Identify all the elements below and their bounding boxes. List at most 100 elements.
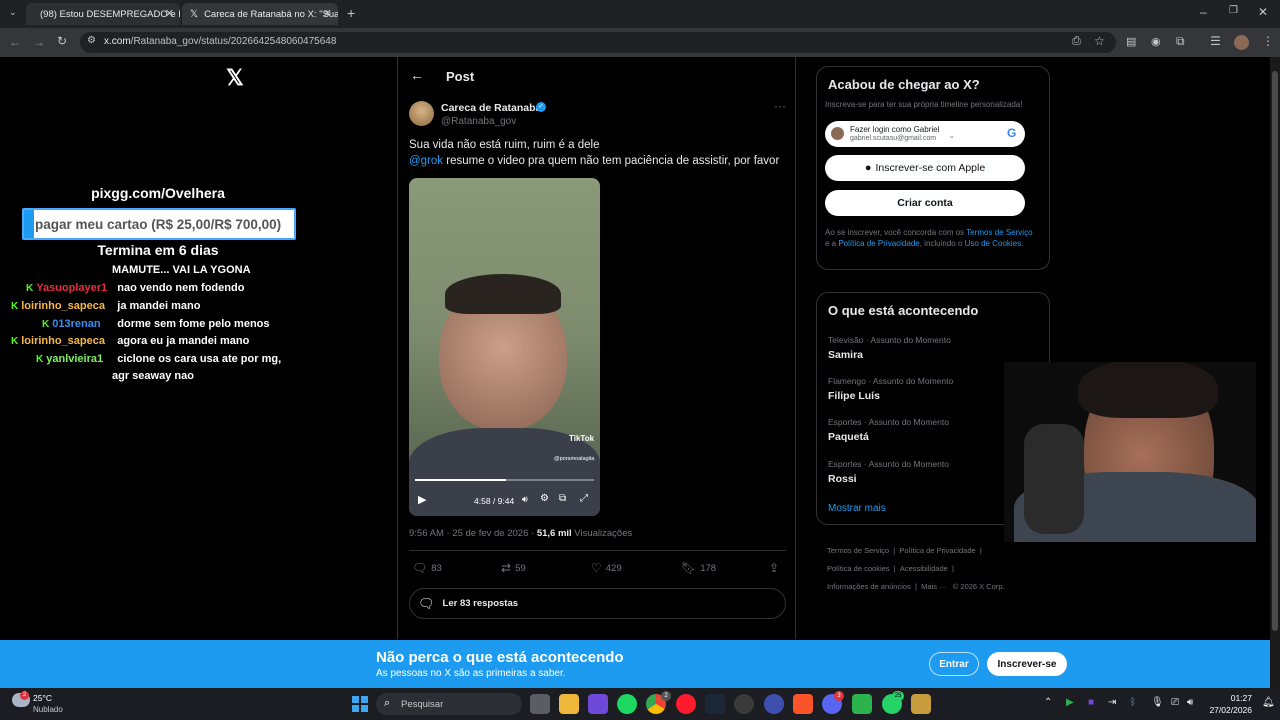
kick-icon: K [42, 319, 50, 330]
app-icon[interactable] [588, 694, 608, 714]
login-button[interactable]: Entrar [929, 652, 979, 676]
chat-text: ja mandei mano [117, 300, 201, 312]
video-progress-track[interactable] [415, 479, 594, 481]
volume-tray-icon[interactable]: 🔊︎ [1187, 697, 1193, 708]
tray-app-icon[interactable]: ⇥ [1108, 697, 1116, 708]
spotify-icon[interactable] [617, 694, 637, 714]
app-icon[interactable] [852, 694, 872, 714]
clock-date[interactable]: 27/02/2026 [1198, 705, 1252, 715]
steam-icon[interactable] [705, 694, 725, 714]
forward-icon[interactable]: → [33, 35, 45, 49]
settings-icon[interactable]: ⚙ [540, 493, 549, 504]
scrollbar-thumb[interactable] [1272, 71, 1278, 631]
new-tab-icon[interactable]: + [347, 5, 355, 21]
footer-link[interactable]: Acessibilidade [900, 564, 948, 573]
x-logo[interactable]: 𝕏 [226, 65, 244, 91]
browser-tab-bar: ⌄ (98) Estou DESEMPREGADO e h ✕ 𝕏 Careca… [0, 0, 1280, 28]
footer-link[interactable]: Política de cookies [827, 564, 890, 573]
bookmark-star-icon[interactable]: ☆ [1094, 34, 1105, 48]
menu-icon[interactable]: ⋮ [1262, 34, 1274, 48]
restore-icon[interactable]: ❐ [1229, 5, 1238, 16]
footer-more-link[interactable]: Mais ··· [921, 582, 946, 591]
grok-mention-link[interactable]: @grok [409, 155, 443, 167]
url-path: /Ratanaba_gov/status/2026642548060475648 [130, 36, 337, 47]
puzzle-icon[interactable]: ⧉ [1176, 34, 1185, 49]
show-more-link[interactable]: Mostrar mais [828, 503, 886, 514]
views-label: Visualizações [571, 528, 633, 539]
trend-item[interactable]: Televisão · Assunto do Momento Samira [828, 335, 951, 361]
footer-link[interactable]: Informações de anúncios [827, 582, 911, 591]
volume-icon[interactable]: 🔊︎ [522, 494, 528, 505]
privacy-link[interactable]: Política de Privacidade [838, 239, 919, 248]
back-arrow-icon[interactable]: ← [410, 67, 424, 83]
post-timestamp[interactable]: 9:56 AM · 25 de fev de 2026 · [409, 528, 537, 539]
create-account-button[interactable]: Criar conta [825, 190, 1025, 216]
league-icon[interactable] [911, 694, 931, 714]
windows-start-icon[interactable] [352, 696, 368, 712]
address-bar[interactable]: ⚙ x.com/Ratanaba_gov/status/202664254806… [80, 32, 1116, 53]
microphone-icon[interactable]: 🎙︎ [1151, 697, 1164, 708]
trend-item[interactable]: Esportes · Assunto do Momento Rossi [828, 459, 949, 485]
reply-button[interactable]: 🗨︎ 83 [412, 561, 442, 575]
opera-icon[interactable] [676, 694, 696, 714]
bluetooth-icon[interactable]: ᛒ [1130, 697, 1136, 708]
author-avatar[interactable] [409, 101, 434, 126]
repost-icon: ⇄ [501, 561, 512, 575]
footer-link[interactable]: Termos de Serviço [827, 546, 889, 555]
pip-icon[interactable]: ⧉ [559, 493, 566, 504]
install-app-icon[interactable]: ⎙ [1072, 35, 1081, 48]
chat-text: agora eu ja mandei mano [117, 335, 250, 347]
reading-list-icon[interactable]: ☰ [1210, 34, 1221, 48]
apple-signup-button[interactable]: ● Inscrever-se com Apple [825, 155, 1025, 181]
profile-avatar[interactable] [1234, 35, 1249, 50]
fullscreen-icon[interactable]: ⤢ [580, 493, 588, 504]
more-options-icon[interactable]: ··· [774, 99, 786, 113]
tab-list-icon[interactable]: ⌄ [9, 7, 17, 18]
close-tab-icon[interactable]: ✕ [165, 7, 174, 20]
tab-x-post[interactable]: 𝕏 Careca de Ratanabá no X: "Sua ✕ [182, 3, 338, 25]
apple-icon: ● [864, 162, 872, 174]
play-icon[interactable]: ▶ [418, 493, 426, 506]
tab-youtube[interactable]: (98) Estou DESEMPREGADO e h ✕ [26, 3, 180, 25]
window-close-icon[interactable]: ✕ [1258, 5, 1268, 19]
signup-button[interactable]: Inscrever-se [987, 652, 1067, 676]
author-name[interactable]: Careca de Ratanabá [441, 102, 541, 114]
bookmark-button[interactable]: 🔖︎ 178 [681, 561, 716, 575]
clock-time[interactable]: 01:27 [1208, 693, 1252, 703]
back-icon[interactable]: ← [9, 35, 21, 49]
taskbar-search[interactable]: ⌕ Pesquisar [376, 693, 522, 715]
app-icon[interactable] [734, 694, 754, 714]
author-handle[interactable]: @Ratanaba_gov [441, 116, 516, 127]
task-view-icon[interactable] [530, 694, 550, 714]
trend-item[interactable]: Flamengo · Assunto do Momento Filipe Luís [828, 376, 953, 402]
reload-icon[interactable]: ↻ [57, 34, 67, 48]
read-replies-button[interactable]: 🗨︎ Ler 83 respostas [409, 588, 786, 619]
trend-item[interactable]: Esportes · Assunto do Momento Paquetá [828, 417, 949, 443]
minimize-icon[interactable]: – [1200, 5, 1207, 19]
site-info-icon[interactable]: ⚙ [87, 35, 96, 46]
repost-button[interactable]: ⇄ 59 [501, 561, 526, 575]
tray-app-icon[interactable]: ■ [1088, 697, 1094, 708]
network-icon[interactable]: ⎚ [1171, 697, 1179, 708]
brave-icon[interactable] [793, 694, 813, 714]
terms-link[interactable]: Termos de Serviço [966, 228, 1032, 237]
close-tab-icon[interactable]: ✕ [323, 7, 332, 20]
scrollbar[interactable] [1270, 57, 1280, 688]
footer-links: Termos de Serviço | Política de Privacid… [827, 546, 1005, 591]
url-host: x.com [104, 36, 131, 47]
video-player[interactable]: TikTok @poramoalagita ▶ 4:58 / 9:44 🔊︎ ⚙… [409, 178, 600, 516]
cookies-link[interactable]: Uso de Cookies [965, 239, 1021, 248]
weather-temp[interactable]: 25°C [33, 693, 52, 703]
extension-icon[interactable]: ▤ [1126, 35, 1136, 48]
tray-chevron-icon[interactable]: ⌃ [1044, 697, 1052, 708]
tray-app-icon[interactable]: ▶ [1066, 697, 1074, 708]
google-login-button[interactable]: Fazer login como Gabriel gabriel.scutasu… [825, 121, 1025, 147]
file-explorer-icon[interactable] [559, 694, 579, 714]
extension-icon[interactable]: ◉ [1151, 35, 1161, 48]
like-button[interactable]: ♡ 429 [591, 561, 622, 575]
notification-icon[interactable]: 🔔︎ [1262, 697, 1275, 708]
share-button[interactable]: ⇪ [769, 561, 779, 575]
app-icon[interactable] [764, 694, 784, 714]
footer-link[interactable]: Política de Privacidade [899, 546, 975, 555]
search-icon: ⌕ [384, 697, 391, 709]
